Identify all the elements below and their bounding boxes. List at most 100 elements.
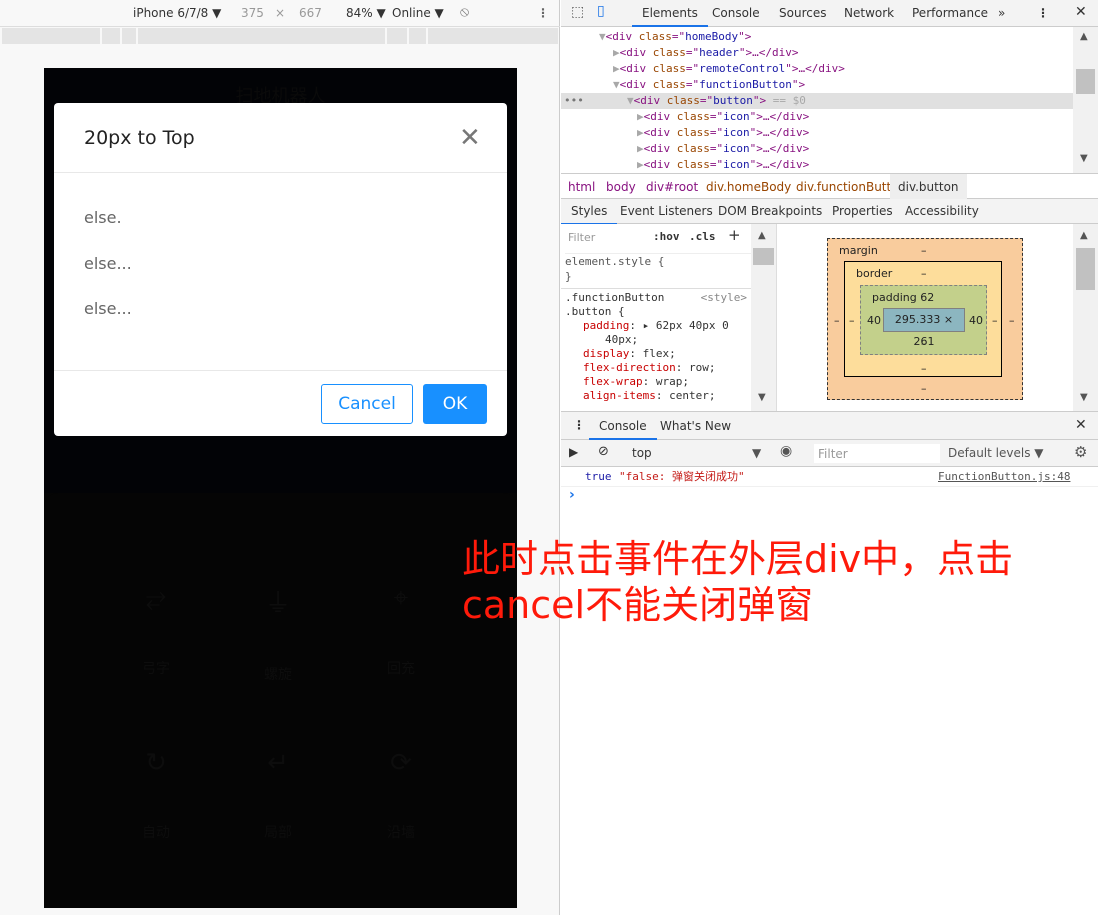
sidebar-toggle-icon[interactable]: ▶︎ [569, 445, 578, 459]
tab-performance[interactable]: Performance [912, 6, 988, 20]
clear-console-icon[interactable]: ⊘ [598, 444, 609, 459]
more-icon[interactable]: ⋮ [537, 6, 549, 20]
function-spiral[interactable]: ⏚ 螺旋 [218, 583, 338, 684]
function-label: 螺旋 [264, 667, 292, 683]
cancel-button[interactable]: Cancel [321, 384, 413, 424]
device-toggle-icon[interactable]: ▯ [597, 3, 605, 19]
settings-icon[interactable]: ⚙ [1074, 443, 1087, 461]
function-zigzag[interactable]: ⥂ 弓字 [96, 583, 216, 678]
dom-node[interactable]: ▶<div class="remoteControl">…</div> [613, 61, 845, 77]
tab-sources[interactable]: Sources [779, 6, 826, 20]
message-source-link[interactable]: FunctionButton.js:48 [938, 467, 1070, 487]
tab-dom-breakpoints[interactable]: DOM Breakpoints [718, 204, 822, 218]
dom-tree-scrollbar[interactable]: ▲ ▼ [1073, 27, 1098, 173]
dom-node[interactable]: ▼<div class="button"> == $0 ••• [561, 93, 1073, 109]
dom-node[interactable]: ▼<div class="homeBody"> [599, 29, 751, 45]
drawer-tab-whats-new[interactable]: What's New [660, 419, 731, 433]
function-auto[interactable]: ↻ 自动 [96, 748, 216, 842]
console-toolbar: ▶︎ ⊘ top ▼ ◉ Filter Default levels ▼ ⚙ [561, 440, 1098, 467]
drawer-tabs: ⋮ Console What's New ✕ [561, 411, 1098, 440]
width-input[interactable]: 375 [241, 6, 264, 20]
console-prompt[interactable]: › [569, 487, 575, 503]
tab-console[interactable]: Console [712, 6, 760, 20]
tab-network[interactable]: Network [844, 6, 894, 20]
box-model-scrollbar[interactable]: ▲ ▼ [1073, 224, 1098, 411]
css-property[interactable]: display: flex; [583, 347, 747, 361]
margin-label: margin [839, 244, 878, 257]
css-property[interactable]: padding: ▸ 62px 40px 0 [583, 319, 747, 333]
media-query-bar[interactable] [2, 28, 558, 44]
tab-event-listeners[interactable]: Event Listeners [620, 204, 713, 218]
css-property[interactable]: 40px; [583, 333, 747, 347]
hov-toggle[interactable]: :hov [653, 230, 680, 243]
function-wall[interactable]: ⟳ 沿墙 [341, 748, 461, 842]
dom-node[interactable]: ▼<div class="functionButton"> [613, 77, 805, 93]
function-local[interactable]: ↵ 局部 [218, 748, 338, 842]
drawer-tab-console[interactable]: Console [589, 419, 657, 440]
dom-node[interactable]: ▶<div class="icon">…</div> [637, 125, 809, 141]
rule-selector: .button { [565, 305, 625, 318]
dom-node[interactable]: ▶<div class="header">…</div> [613, 45, 798, 61]
element-style-rule: element.style { } [565, 253, 751, 284]
devtools-tabs: ⬚ ▯ Elements Console Sources Network Per… [561, 0, 1098, 27]
tab-elements[interactable]: Elements [632, 6, 708, 27]
zoom-select[interactable]: 84% ▼ [346, 6, 386, 20]
drawer-menu-icon[interactable]: ⋮ [573, 418, 585, 432]
context-dropdown-icon[interactable]: ▼ [752, 446, 761, 460]
breadcrumb: html body div#root div.homeBody div.func… [561, 173, 1098, 199]
device-select[interactable]: iPhone 6/7/8 ▼ [133, 6, 221, 20]
styles-tabs: Styles Event Listeners DOM Breakpoints P… [560, 199, 1098, 225]
modal-dialog: 20px to Top ✕ else. else... else... Canc… [54, 103, 507, 436]
padding-right-value: 40 [969, 314, 983, 327]
context-select[interactable]: top [632, 446, 652, 460]
css-property[interactable]: flex-direction: row; [583, 361, 747, 375]
annotation-text: 此时点击事件在外层div中，点击 cancel不能关闭弹窗 [462, 536, 1082, 628]
device-toolbar: iPhone 6/7/8 ▼ 375 × 667 84% ▼ Online ▼ … [0, 0, 560, 27]
dom-node[interactable]: ▶<div class="icon">…</div> [637, 157, 809, 173]
crumb-body[interactable]: body [606, 180, 636, 194]
levels-select[interactable]: Default levels ▼ [948, 446, 1044, 460]
close-devtools-icon[interactable]: ✕ [1075, 4, 1087, 20]
menu-icon[interactable]: ⋮ [1037, 6, 1049, 20]
css-property[interactable]: align-items: center; [583, 389, 747, 403]
css-property[interactable]: flex-wrap: wrap; [583, 375, 747, 389]
network-select[interactable]: Online ▼ [392, 6, 444, 20]
eye-icon[interactable]: ◉ [780, 443, 792, 459]
sync-icon: ⟳ [390, 748, 412, 778]
height-input[interactable]: 667 [299, 6, 322, 20]
function-recharge[interactable]: ⌖ 回充 [341, 583, 461, 678]
ok-button[interactable]: OK [423, 384, 487, 424]
dom-node[interactable]: ▶<div class="icon">…</div> [637, 109, 809, 125]
styles-filter-input[interactable]: Filter [565, 227, 643, 246]
dom-tree: ▼<div class="homeBody"> ▶<div class="head… [561, 27, 1073, 173]
devtools-panel: ⬚ ▯ Elements Console Sources Network Per… [560, 0, 1098, 915]
box-model-margin: margin – – – – border – – – – padding 62… [827, 238, 1023, 400]
refresh-icon: ↻ [145, 748, 167, 778]
border-top-value: – [921, 267, 927, 280]
crumb-html[interactable]: html [568, 180, 595, 194]
rotate-icon[interactable]: ⦸ [460, 4, 469, 20]
modal-title: 20px to Top [84, 127, 195, 149]
crumb-button[interactable]: div.button [890, 174, 967, 199]
border-left-value: – [849, 314, 855, 327]
more-tabs-icon[interactable]: » [998, 6, 1005, 20]
dom-node[interactable]: ▶<div class="icon">…</div> [637, 141, 809, 157]
add-rule-icon[interactable]: + [728, 226, 741, 244]
close-icon[interactable]: ✕ [459, 123, 481, 153]
border-label: border [856, 267, 893, 280]
cls-toggle[interactable]: .cls [689, 230, 716, 243]
tab-accessibility[interactable]: Accessibility [905, 204, 979, 218]
console-filter-input[interactable]: Filter [814, 444, 940, 463]
tab-properties[interactable]: Properties [832, 204, 893, 218]
border-right-value: – [992, 314, 998, 327]
margin-top-value: – [921, 244, 927, 257]
padding-label: padding 62 [872, 291, 935, 304]
return-icon: ↵ [267, 748, 289, 778]
rule-source-link[interactable]: <style> [701, 291, 747, 305]
styles-scrollbar[interactable]: ▲ ▼ [751, 224, 776, 411]
tab-styles[interactable]: Styles [560, 204, 618, 225]
crumb-root[interactable]: div#root [646, 180, 698, 194]
inspect-icon[interactable]: ⬚ [571, 4, 584, 20]
close-drawer-icon[interactable]: ✕ [1075, 417, 1087, 433]
crumb-homebody[interactable]: div.homeBody [706, 180, 791, 194]
